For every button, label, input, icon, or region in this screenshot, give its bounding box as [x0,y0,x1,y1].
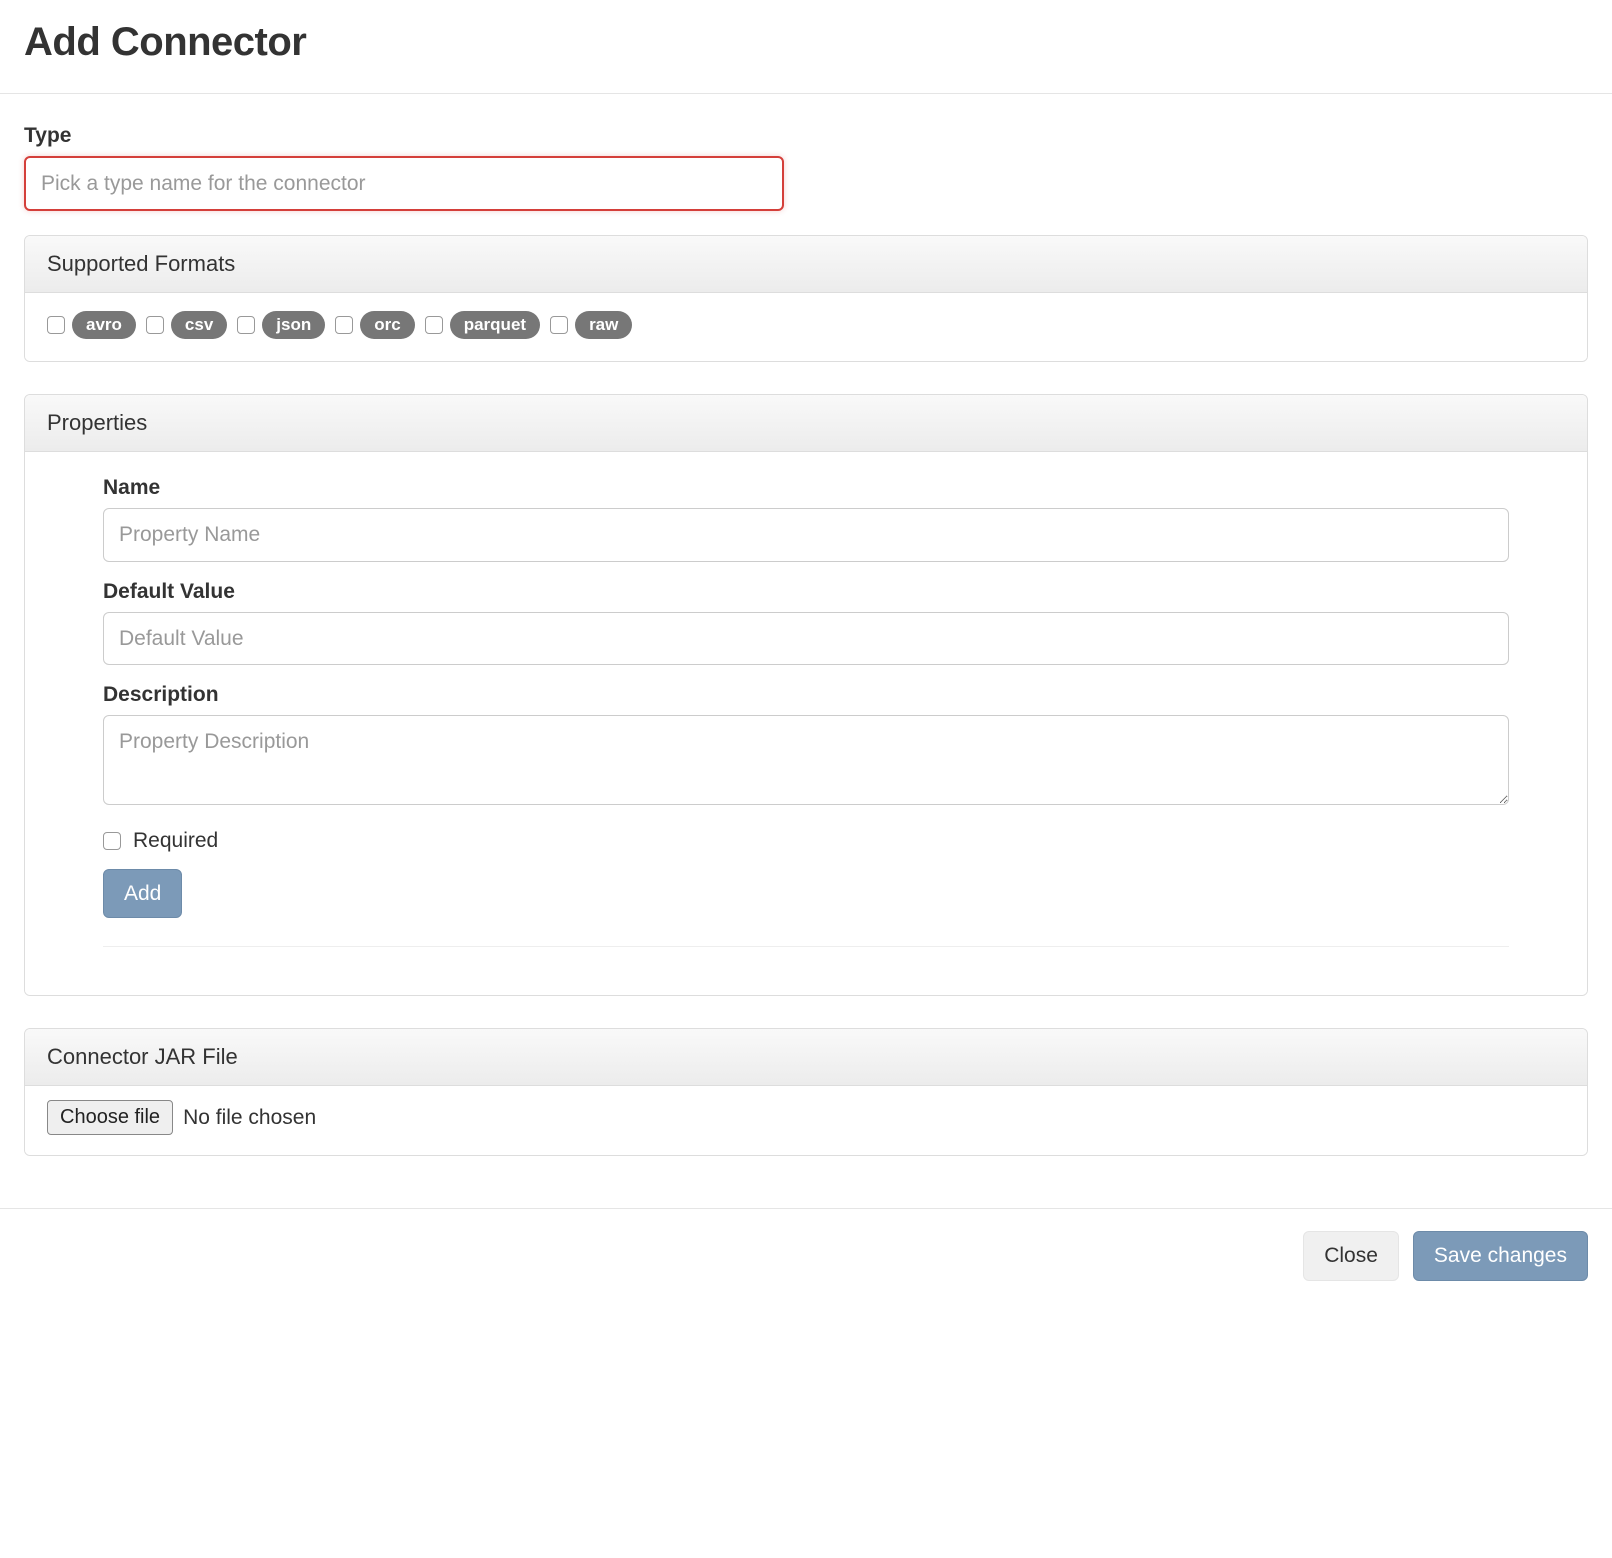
type-group: Type [24,124,784,211]
format-item-csv: csv [146,311,227,339]
jar-heading: Connector JAR File [25,1029,1587,1086]
property-desc-label: Description [103,683,1509,707]
supported-formats-panel: Supported Formats avro csv json orc [24,235,1588,362]
property-name-label: Name [103,476,1509,500]
jar-body: Choose file No file chosen [25,1086,1587,1155]
file-status: No file chosen [183,1106,316,1130]
choose-file-button[interactable]: Choose file [47,1100,173,1135]
property-default-label: Default Value [103,580,1509,604]
formats-row: avro csv json orc parquet [47,311,1565,339]
format-checkbox-csv[interactable] [146,316,164,334]
format-checkbox-raw[interactable] [550,316,568,334]
property-desc-group: Description [103,683,1509,811]
property-default-group: Default Value [103,580,1509,665]
add-property-button[interactable]: Add [103,869,182,918]
format-item-parquet: parquet [425,311,540,339]
format-item-raw: raw [550,311,632,339]
supported-formats-heading: Supported Formats [25,236,1587,293]
properties-divider [103,946,1509,947]
format-checkbox-avro[interactable] [47,316,65,334]
modal-body: Type Supported Formats avro csv json [0,94,1612,1208]
supported-formats-body: avro csv json orc parquet [25,293,1587,361]
close-button[interactable]: Close [1303,1231,1399,1280]
format-tag-avro: avro [72,311,136,339]
format-checkbox-orc[interactable] [335,316,353,334]
jar-panel: Connector JAR File Choose file No file c… [24,1028,1588,1156]
property-required-label[interactable]: Required [133,829,218,853]
file-row: Choose file No file chosen [47,1100,1565,1135]
modal-footer: Close Save changes [0,1208,1612,1302]
format-tag-parquet: parquet [450,311,540,339]
property-required-row: Required [103,829,1509,853]
property-default-input[interactable] [103,612,1509,665]
format-item-orc: orc [335,311,414,339]
property-desc-input[interactable] [103,715,1509,805]
format-tag-json: json [262,311,325,339]
properties-panel: Properties Name Default Value Descriptio… [24,394,1588,996]
save-changes-button[interactable]: Save changes [1413,1231,1588,1280]
modal-header: Add Connector [0,0,1612,94]
property-required-checkbox[interactable] [103,832,121,850]
property-name-group: Name [103,476,1509,561]
properties-inner: Name Default Value Description Required … [47,476,1565,947]
format-tag-orc: orc [360,311,414,339]
page-title: Add Connector [24,20,1588,65]
format-checkbox-parquet[interactable] [425,316,443,334]
format-item-avro: avro [47,311,136,339]
property-name-input[interactable] [103,508,1509,561]
format-tag-raw: raw [575,311,632,339]
format-item-json: json [237,311,325,339]
format-checkbox-json[interactable] [237,316,255,334]
properties-heading: Properties [25,395,1587,452]
type-label: Type [24,124,784,148]
format-tag-csv: csv [171,311,227,339]
properties-body: Name Default Value Description Required … [25,452,1587,995]
type-input[interactable] [24,156,784,211]
